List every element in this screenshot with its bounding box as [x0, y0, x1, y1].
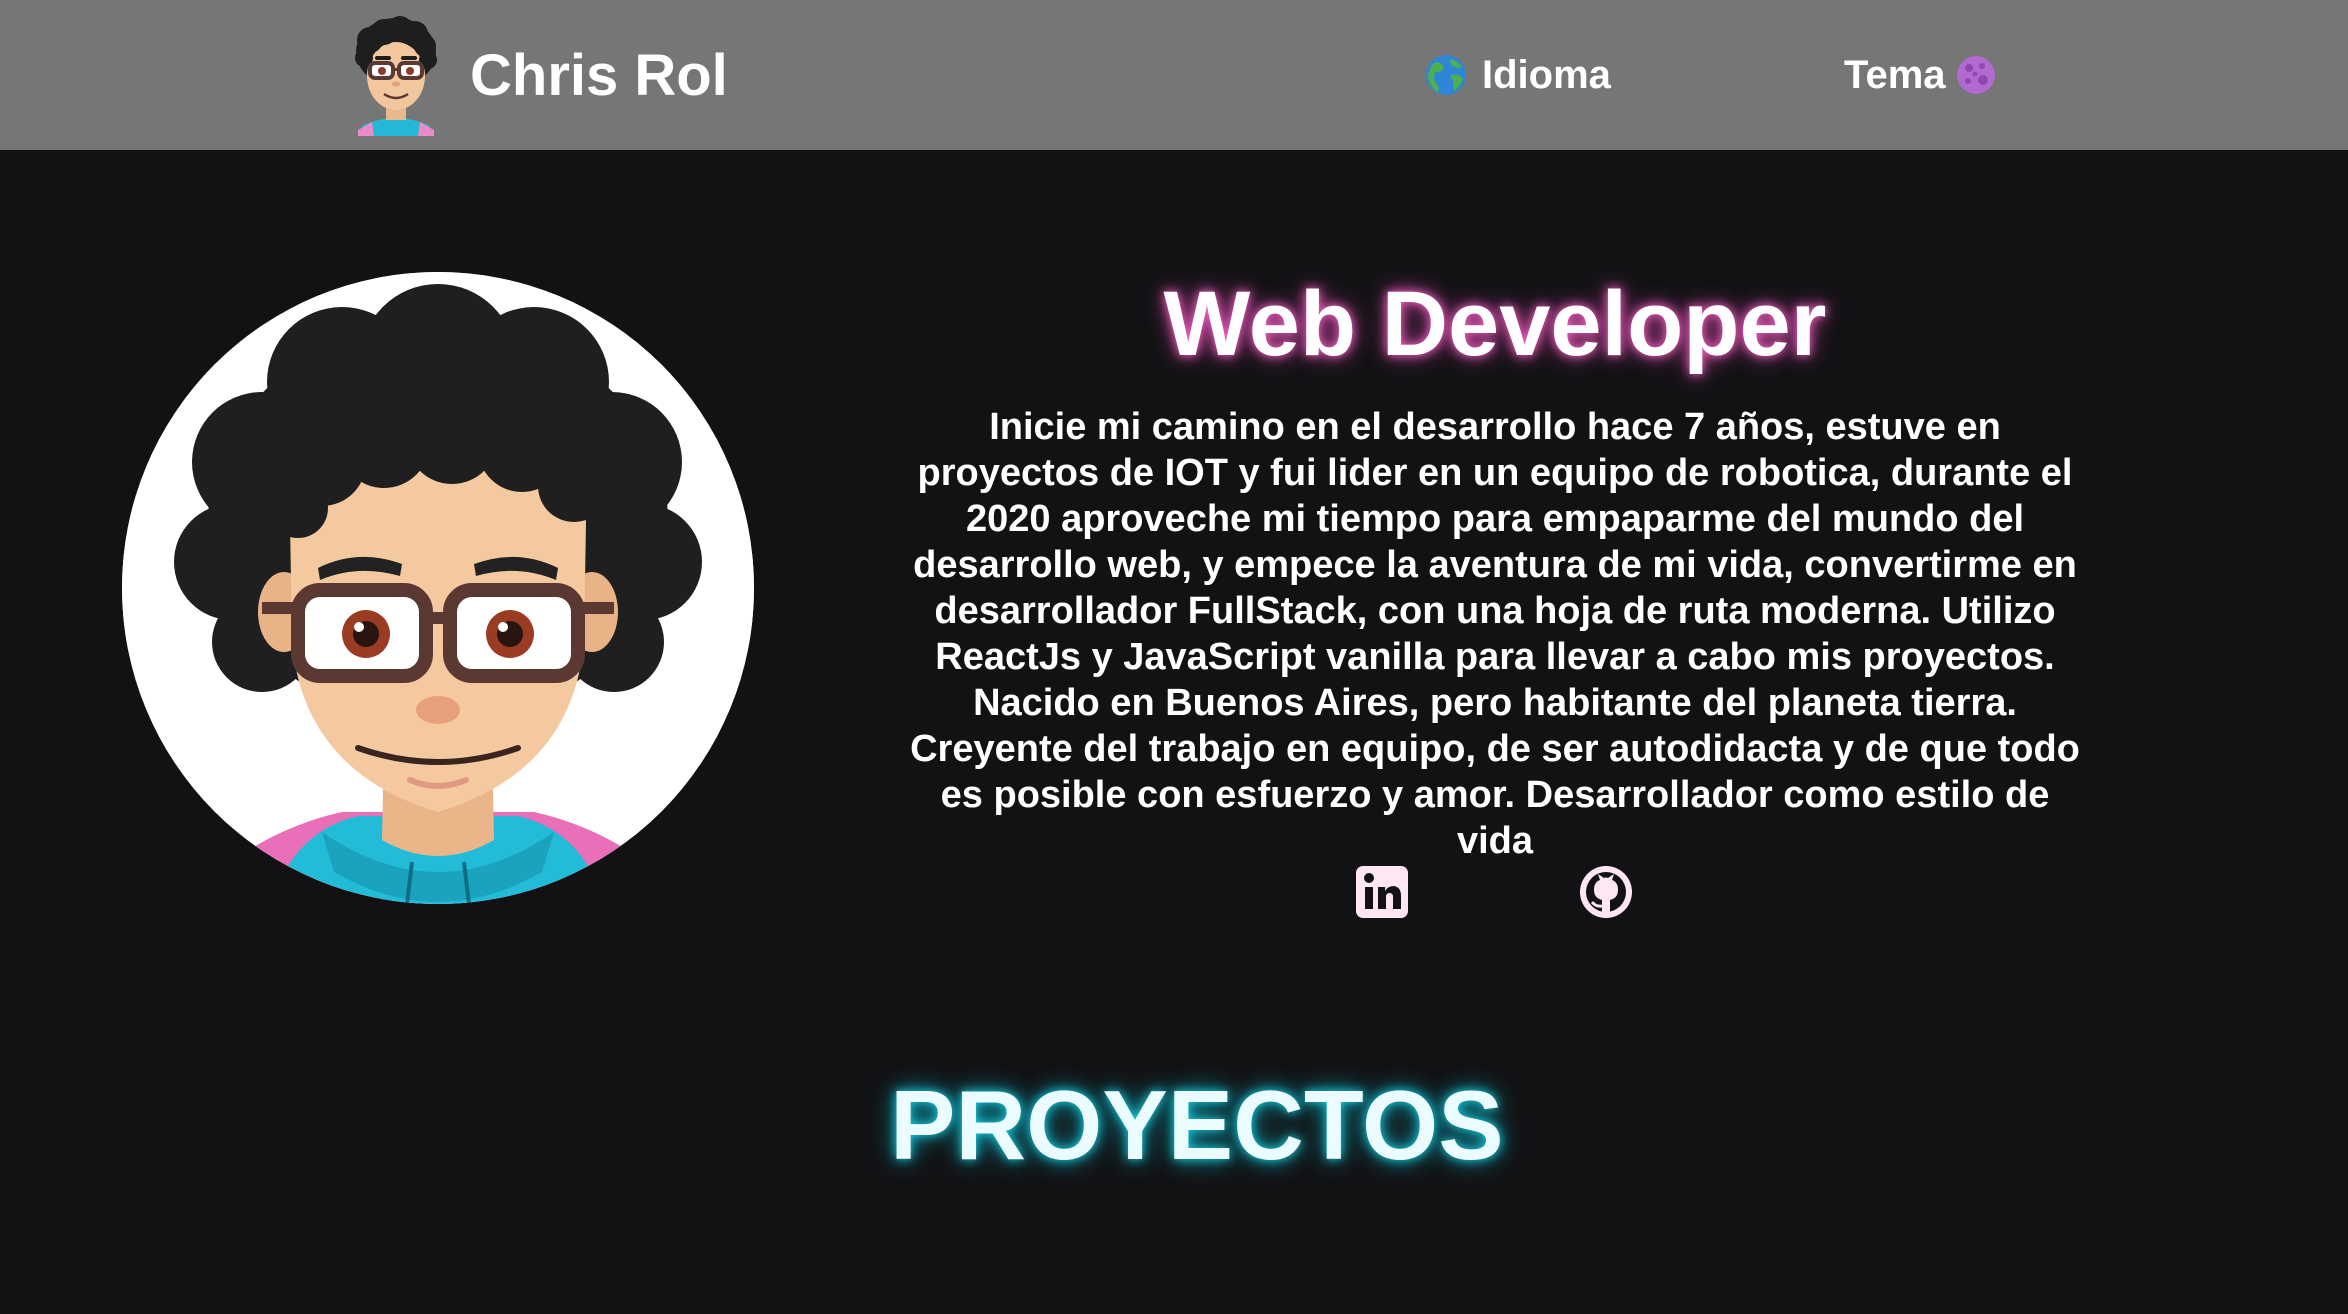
linkedin-link[interactable] — [1352, 862, 1412, 922]
globe-icon — [1426, 55, 1466, 95]
avatar-logo-icon — [355, 16, 437, 136]
theme-menu-button[interactable]: Tema — [1844, 44, 1998, 106]
hero-section: Web Developer Inicie mi camino en el des… — [890, 262, 2100, 864]
brand-home-link[interactable]: Chris Rol — [348, 14, 728, 136]
bitmoji-portrait-icon — [122, 272, 754, 904]
profile-avatar — [122, 272, 754, 904]
projects-title: PROYECTOS — [890, 1070, 1504, 1180]
language-menu-button[interactable]: Idioma — [1424, 44, 1611, 106]
language-label: Idioma — [1482, 52, 1611, 97]
linkedin-icon — [1356, 866, 1408, 918]
navbar: Chris Rol Idioma Tema — [0, 0, 2348, 150]
brand-name: Chris Rol — [470, 42, 728, 108]
github-link[interactable] — [1576, 862, 1636, 922]
purple-moon-icon — [1956, 56, 1995, 94]
github-icon — [1580, 866, 1632, 918]
hero-description: Inicie mi camino en el desarrollo hace 7… — [910, 406, 2080, 862]
hero-title: Web Developer — [1163, 273, 1827, 375]
theme-label: Tema — [1844, 52, 1946, 97]
